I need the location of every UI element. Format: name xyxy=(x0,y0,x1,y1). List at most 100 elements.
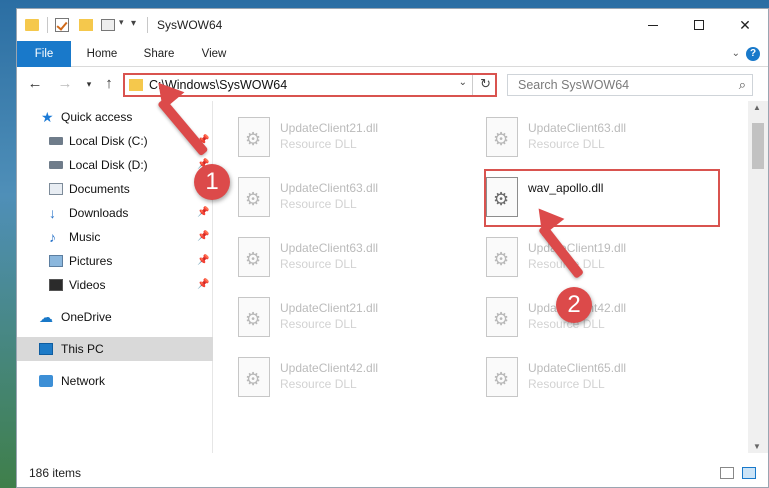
dll-file-icon xyxy=(238,237,270,277)
maximize-icon xyxy=(694,20,704,30)
dll-file-icon xyxy=(238,117,270,157)
vertical-scrollbar[interactable]: ▲ ▼ xyxy=(748,101,768,453)
navigation-pane: ★ Quick access Local Disk (C:) 📌 Local D… xyxy=(17,101,213,453)
file-explorer-window: ▾ ▾ SysWOW64 ✕ File Home Share View ⌄ ? … xyxy=(16,8,769,488)
expand-ribbon-icon[interactable]: ⌄ xyxy=(732,48,740,59)
tab-file[interactable]: File xyxy=(17,41,71,67)
recent-locations-button[interactable]: ▾ xyxy=(79,74,99,94)
address-divider xyxy=(472,75,473,95)
highlight-box xyxy=(484,169,720,227)
file-item[interactable]: UpdateClient19.dll Resource DLL xyxy=(472,233,712,287)
sidebar-item-label: This PC xyxy=(61,342,104,356)
music-icon: ♪ xyxy=(49,229,56,245)
sidebar-item-onedrive[interactable]: ☁ OneDrive xyxy=(17,305,213,329)
help-icon[interactable]: ? xyxy=(746,47,760,61)
step-1-badge: 1 xyxy=(194,164,230,200)
file-name: UpdateClient63.dll xyxy=(528,121,627,135)
search-placeholder: Search SysWOW64 xyxy=(518,78,630,92)
step-2-badge: 2 xyxy=(556,287,592,323)
sidebar-item-music[interactable]: ♪ Music 📌 xyxy=(17,225,213,249)
sidebar-item-label: Music xyxy=(69,230,101,244)
sidebar-item-videos[interactable]: Videos 📌 xyxy=(17,273,213,297)
toolbar-divider xyxy=(47,17,48,33)
forward-button[interactable]: → xyxy=(55,74,75,94)
ribbon-tabs: File Home Share View ⌄ ? xyxy=(17,41,768,67)
computer-icon xyxy=(39,343,53,355)
sidebar-item-label: OneDrive xyxy=(61,310,112,324)
scrollbar-thumb[interactable] xyxy=(752,123,764,169)
search-input[interactable]: Search SysWOW64 ⌕ xyxy=(507,74,753,96)
documents-icon xyxy=(49,183,63,195)
sidebar-item-network[interactable]: Network xyxy=(17,369,213,393)
search-icon[interactable]: ⌕ xyxy=(739,77,746,93)
up-button[interactable]: ↑ xyxy=(99,74,119,94)
tab-view[interactable]: View xyxy=(191,41,237,67)
sidebar-item-label: Documents xyxy=(69,182,130,196)
file-name: UpdateClient19.dll xyxy=(528,241,627,255)
scroll-up-icon[interactable]: ▲ xyxy=(753,103,761,112)
file-item[interactable]: UpdateClient65.dll Resource DLL xyxy=(472,353,712,407)
sidebar-item-label: Local Disk (C:) xyxy=(69,134,148,148)
sidebar-item-pictures[interactable]: Pictures 📌 xyxy=(17,249,213,273)
maximize-button[interactable] xyxy=(676,9,722,41)
window-title: SysWOW64 xyxy=(157,18,223,32)
chevron-down-icon[interactable]: ⌄ xyxy=(459,77,467,88)
file-type: Resource DLL xyxy=(528,137,605,151)
file-item[interactable]: UpdateClient21.dll Resource DLL xyxy=(224,113,464,167)
dll-file-icon xyxy=(486,117,518,157)
download-icon: ↓ xyxy=(49,205,56,221)
file-item[interactable]: UpdateClient63.dll Resource DLL xyxy=(224,233,464,287)
toolbar-divider xyxy=(147,17,148,33)
file-item[interactable]: UpdateClient63.dll Resource DLL xyxy=(224,173,464,227)
sidebar-item-documents[interactable]: Documents 📌 xyxy=(17,177,213,201)
folder-icon xyxy=(129,79,143,91)
dll-file-icon xyxy=(238,297,270,337)
customize-toolbar-icon[interactable]: ▾ xyxy=(131,18,136,29)
new-folder-icon[interactable] xyxy=(79,19,93,31)
sidebar-item-label: Downloads xyxy=(69,206,129,220)
sidebar-item-local-disk-d[interactable]: Local Disk (D:) 📌 xyxy=(17,153,213,177)
sidebar-item-label: Pictures xyxy=(69,254,113,268)
file-item[interactable]: UpdateClient63.dll Resource DLL xyxy=(472,113,712,167)
refresh-icon[interactable]: ↻ xyxy=(480,76,491,92)
network-icon xyxy=(39,375,53,387)
file-item[interactable]: UpdateClient42.dll Resource DLL xyxy=(224,353,464,407)
pin-icon: 📌 xyxy=(197,231,210,242)
file-list: UpdateClient21.dll Resource DLL UpdateCl… xyxy=(214,101,749,453)
star-icon: ★ xyxy=(41,109,54,125)
properties-check-icon[interactable] xyxy=(55,18,69,32)
chevron-down-icon[interactable]: ▾ xyxy=(119,17,124,28)
file-type: Resource DLL xyxy=(280,317,357,331)
file-type: Resource DLL xyxy=(280,257,357,271)
rename-icon[interactable] xyxy=(101,19,115,31)
sidebar-item-downloads[interactable]: ↓ Downloads 📌 xyxy=(17,201,213,225)
details-view-icon[interactable] xyxy=(720,467,734,479)
status-bar: 186 items xyxy=(17,455,768,487)
sidebar-item-label: Network xyxy=(61,374,106,388)
dll-file-icon xyxy=(486,237,518,277)
file-name: UpdateClient63.dll xyxy=(280,241,379,255)
file-type: Resource DLL xyxy=(280,197,357,211)
minimize-button[interactable] xyxy=(630,9,676,41)
tab-home[interactable]: Home xyxy=(77,41,127,67)
dll-file-icon xyxy=(486,297,518,337)
file-item[interactable]: UpdateClient21.dll Resource DLL xyxy=(224,293,464,347)
sidebar-item-label: Quick access xyxy=(61,110,133,124)
file-name: UpdateClient63.dll xyxy=(280,181,379,195)
item-count: 186 items xyxy=(29,466,82,480)
dll-file-icon xyxy=(238,357,270,397)
close-button[interactable]: ✕ xyxy=(722,9,768,41)
back-button[interactable]: ← xyxy=(25,74,45,94)
dll-file-icon xyxy=(486,357,518,397)
file-item[interactable]: UpdateClient42.dll Resource DLL xyxy=(472,293,712,347)
scroll-down-icon[interactable]: ▼ xyxy=(753,442,761,451)
tab-share[interactable]: Share xyxy=(133,41,185,67)
folder-icon xyxy=(25,19,39,31)
title-bar: ▾ ▾ SysWOW64 ✕ xyxy=(17,9,768,41)
pin-icon: 📌 xyxy=(197,279,210,290)
file-name: UpdateClient42.dll xyxy=(280,361,379,375)
large-icons-view-icon[interactable] xyxy=(742,467,756,479)
sidebar-item-this-pc[interactable]: This PC xyxy=(17,337,213,361)
drive-icon xyxy=(49,137,63,145)
dll-file-icon xyxy=(238,177,270,217)
